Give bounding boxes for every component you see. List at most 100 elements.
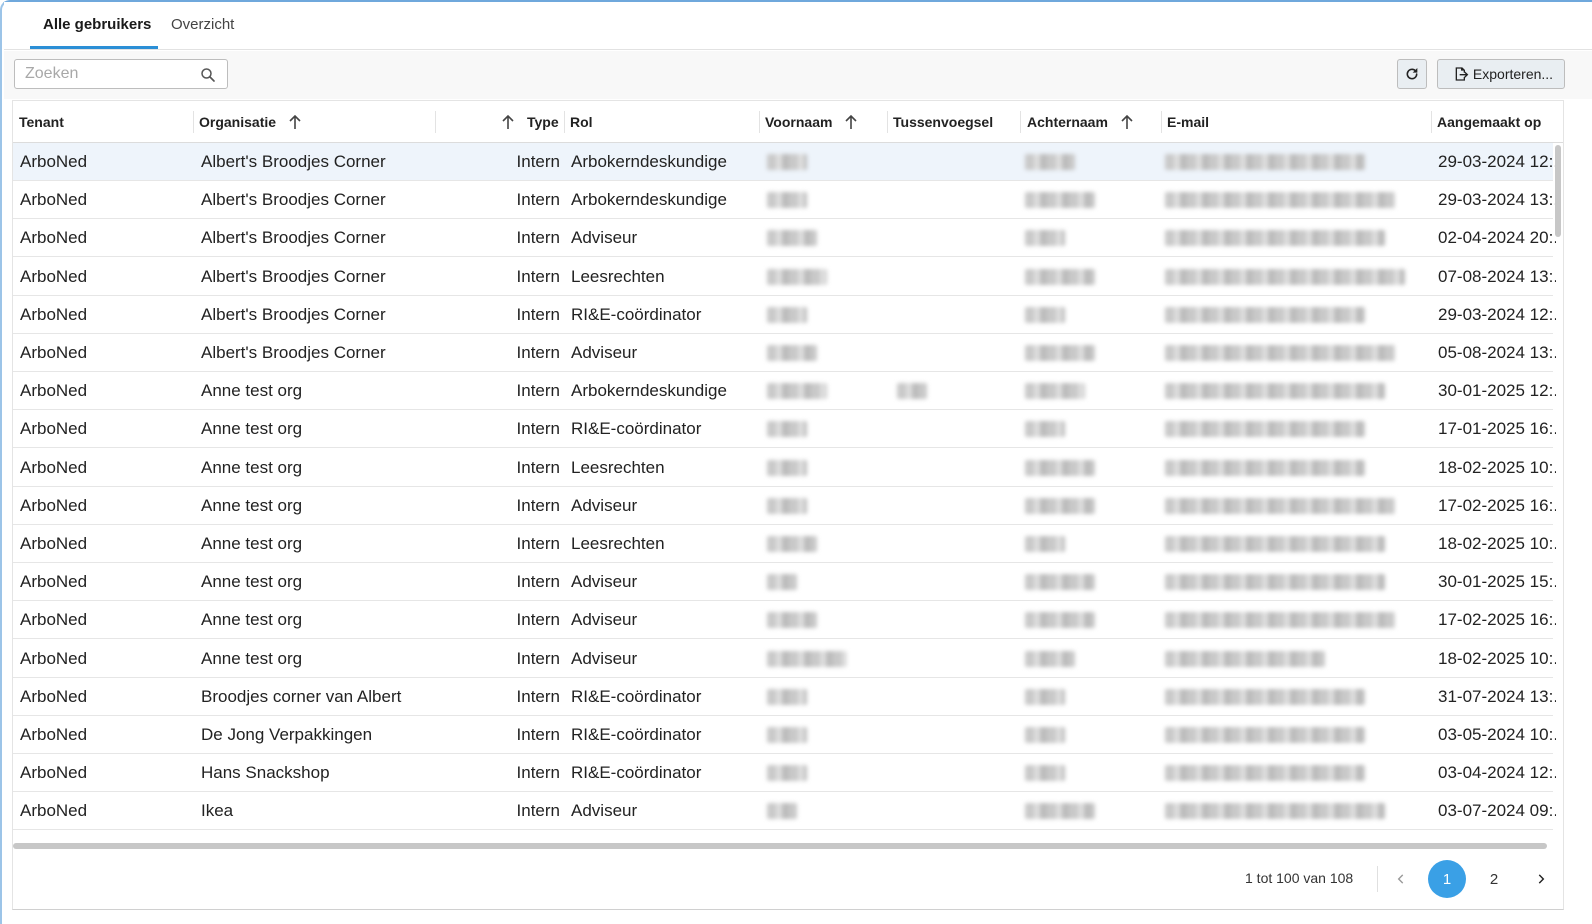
sort-ascending-icon[interactable] bbox=[844, 114, 858, 130]
column-header-tenant[interactable]: Tenant bbox=[19, 101, 64, 143]
table-row[interactable]: ArboNed Anne test org Intern Leesrechten 18-… bbox=[13, 525, 1556, 563]
cell-aangemaakt-op: 17-01-2025 16:. bbox=[1438, 419, 1556, 439]
horizontal-scrollbar[interactable] bbox=[13, 843, 1547, 849]
cell-aangemaakt-op: 17-02-2025 16:. bbox=[1438, 610, 1556, 630]
column-header-achternaam[interactable]: Achternaam bbox=[1027, 101, 1134, 143]
column-header-rol[interactable]: Rol bbox=[570, 101, 593, 143]
pagination-divider bbox=[1377, 866, 1378, 892]
column-label: Achternaam bbox=[1027, 114, 1108, 130]
cell-rol: Leesrechten bbox=[571, 266, 665, 286]
cell-tenant: ArboNed bbox=[20, 572, 88, 592]
export-button[interactable]: Exporteren... bbox=[1437, 59, 1565, 89]
redacted-voornaam bbox=[767, 268, 827, 285]
redacted-email bbox=[1165, 345, 1395, 361]
column-header-voornaam[interactable]: Voornaam bbox=[765, 101, 858, 143]
active-tab-indicator bbox=[30, 46, 158, 49]
sort-ascending-icon[interactable] bbox=[1120, 114, 1134, 130]
column-header-organisatie[interactable]: Organisatie bbox=[199, 101, 302, 143]
cell-type: Intern bbox=[516, 534, 560, 553]
redacted-email bbox=[1165, 765, 1365, 782]
search-box bbox=[14, 59, 228, 89]
column-divider[interactable] bbox=[1431, 111, 1432, 133]
vertical-scrollbar[interactable] bbox=[1555, 145, 1561, 237]
sort-ascending-icon[interactable] bbox=[501, 114, 515, 130]
cell-organisatie: Albert's Broodjes Corner bbox=[201, 228, 386, 248]
column-divider[interactable] bbox=[759, 111, 760, 133]
redacted-achternaam bbox=[1025, 192, 1095, 209]
column-header-aangemaakt-op[interactable]: Aangemaakt op bbox=[1437, 101, 1541, 143]
column-divider[interactable] bbox=[564, 111, 565, 133]
column-label: Organisatie bbox=[199, 114, 277, 130]
table-header: Tenant Organisatie Type Rol Voornaam Tus… bbox=[13, 101, 1563, 143]
cell-aangemaakt-op: 30-01-2025 12:. bbox=[1438, 381, 1556, 401]
redacted-email bbox=[1165, 421, 1365, 438]
cell-aangemaakt-op: 18-02-2025 10:. bbox=[1438, 457, 1556, 477]
column-header-tussenvoegsel[interactable]: Tussenvoegsel bbox=[893, 101, 993, 143]
table-row[interactable]: ArboNed Albert's Broodjes Corner Intern RI&… bbox=[13, 296, 1556, 334]
redacted-achternaam bbox=[1025, 459, 1095, 476]
cell-aangemaakt-op: 07-08-2024 13:. bbox=[1438, 266, 1556, 286]
cell-rol: Adviseur bbox=[571, 495, 638, 515]
export-icon bbox=[1455, 67, 1469, 81]
refresh-icon bbox=[1406, 68, 1418, 80]
cell-tenant: ArboNed bbox=[20, 534, 88, 553]
redacted-achternaam bbox=[1025, 574, 1095, 591]
table-row[interactable]: ArboNed Anne test org Intern Adviseur 17-02-… bbox=[13, 601, 1556, 640]
table-row[interactable]: ArboNed De Jong Verpakkingen Intern RI&E-co… bbox=[13, 716, 1556, 754]
tab-overzicht[interactable]: Overzicht bbox=[171, 16, 234, 50]
redacted-email bbox=[1165, 154, 1365, 170]
next-page-button[interactable] bbox=[1522, 860, 1560, 898]
redacted-voornaam bbox=[767, 688, 807, 705]
redacted-email bbox=[1165, 612, 1395, 629]
table-row[interactable]: ArboNed Albert's Broodjes Corner Intern Arb… bbox=[13, 143, 1556, 181]
table-row[interactable]: ArboNed Albert's Broodjes Corner Intern Arb… bbox=[13, 181, 1556, 220]
table-row[interactable]: ArboNed Albert's Broodjes Corner Intern Adv… bbox=[13, 334, 1556, 372]
cell-organisatie: Anne test org bbox=[201, 381, 303, 401]
redacted-email bbox=[1165, 574, 1385, 591]
table-row[interactable]: ArboNed Anne test org Intern RI&E-coördinat… bbox=[13, 410, 1556, 449]
column-divider[interactable] bbox=[1020, 111, 1021, 133]
redacted-achternaam bbox=[1025, 765, 1065, 782]
column-divider[interactable] bbox=[1161, 111, 1162, 133]
redacted-achternaam bbox=[1025, 421, 1065, 438]
table-row[interactable]: ArboNed Albert's Broodjes Corner Intern Adv… bbox=[13, 219, 1556, 258]
column-header-type[interactable]: Type bbox=[501, 101, 559, 143]
table-row[interactable]: ArboNed Albert's Broodjes Corner Intern Lee… bbox=[13, 258, 1556, 296]
redacted-tussenvoegsel bbox=[897, 383, 927, 400]
cell-tenant: ArboNed bbox=[20, 763, 88, 783]
table-row[interactable]: ArboNed Anne test org Intern Adviseur 18-02-… bbox=[13, 640, 1556, 678]
table-row[interactable]: ArboNed Hans Snackshop Intern RI&E-coördina… bbox=[13, 754, 1556, 793]
redacted-voornaam bbox=[767, 192, 807, 209]
column-divider[interactable] bbox=[193, 111, 194, 133]
cell-tenant: ArboNed bbox=[20, 419, 88, 439]
cell-type: Intern bbox=[516, 190, 560, 210]
tab-alle-gebruikers[interactable]: Alle gebruikers bbox=[43, 16, 151, 50]
cell-organisatie: Anne test org bbox=[201, 457, 303, 477]
column-divider[interactable] bbox=[435, 111, 436, 133]
pagination-range: 1 tot 100 van 108 bbox=[1245, 870, 1354, 886]
prev-page-button[interactable] bbox=[1382, 860, 1420, 898]
table-row[interactable]: ArboNed Anne test org Intern Adviseur 17-02-… bbox=[13, 487, 1556, 525]
cell-tenant: ArboNed bbox=[20, 304, 88, 324]
page-button-2[interactable]: 2 bbox=[1475, 860, 1513, 898]
column-divider[interactable] bbox=[887, 111, 888, 133]
cell-aangemaakt-op: 17-02-2025 16:. bbox=[1438, 495, 1556, 515]
search-icon[interactable] bbox=[199, 66, 217, 84]
search-input[interactable] bbox=[25, 64, 195, 84]
cell-tenant: ArboNed bbox=[20, 152, 88, 171]
refresh-button[interactable] bbox=[1397, 59, 1427, 89]
table-row[interactable]: ArboNed Ikea Intern Adviseur 03-07-2024 09:. bbox=[13, 792, 1556, 831]
redacted-achternaam bbox=[1025, 727, 1065, 743]
redacted-voornaam bbox=[767, 497, 807, 514]
redacted-voornaam bbox=[767, 612, 817, 629]
table-row[interactable]: ArboNed Anne test org Intern Leesrechten 18-… bbox=[13, 449, 1556, 487]
cell-type: Intern bbox=[516, 648, 560, 668]
table-row[interactable]: ArboNed Anne test org Intern Arbokerndeskun… bbox=[13, 372, 1556, 411]
column-header-email[interactable]: E-mail bbox=[1167, 101, 1209, 143]
table-row[interactable]: ArboNed Anne test org Intern Adviseur 30-01-… bbox=[13, 563, 1556, 602]
page-button-1[interactable]: 1 bbox=[1428, 860, 1466, 898]
redacted-voornaam bbox=[767, 459, 807, 476]
cell-type: Intern bbox=[516, 152, 560, 171]
table-row[interactable]: ArboNed Broodjes corner van Albert Intern R… bbox=[13, 678, 1556, 716]
sort-ascending-icon[interactable] bbox=[288, 114, 302, 130]
